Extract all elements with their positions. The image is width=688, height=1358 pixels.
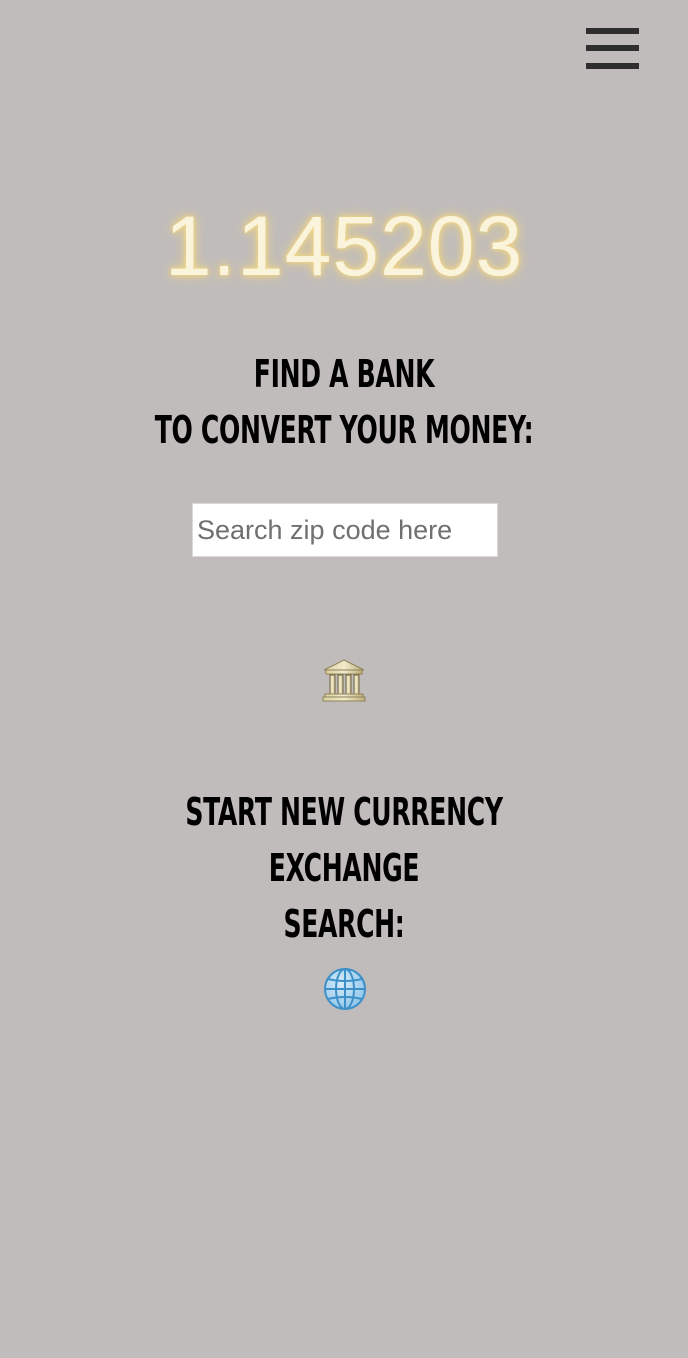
find-bank-heading-line1: FIND A BANK [253,352,435,396]
hamburger-menu-icon[interactable] [586,28,639,69]
bank-building-icon[interactable] [322,658,366,702]
find-bank-heading-line2: TO CONVERT YOUR MONEY: [154,408,534,452]
new-exchange-heading: START NEW CURRENCY EXCHANGE SEARCH: [117,784,571,952]
menu-bar-bottom [586,63,639,69]
find-bank-heading: FIND A BANK TO CONVERT YOUR MONEY: [117,346,571,458]
zip-code-search-input[interactable] [192,503,498,557]
menu-bar-middle [586,45,639,51]
exchange-rate-value: 1.145203 [164,199,524,293]
new-exchange-heading-line2: SEARCH: [283,902,405,946]
menu-bar-top [586,28,639,34]
new-exchange-heading-line1: START NEW CURRENCY EXCHANGE [185,790,503,890]
globe-icon[interactable] [323,967,367,1011]
